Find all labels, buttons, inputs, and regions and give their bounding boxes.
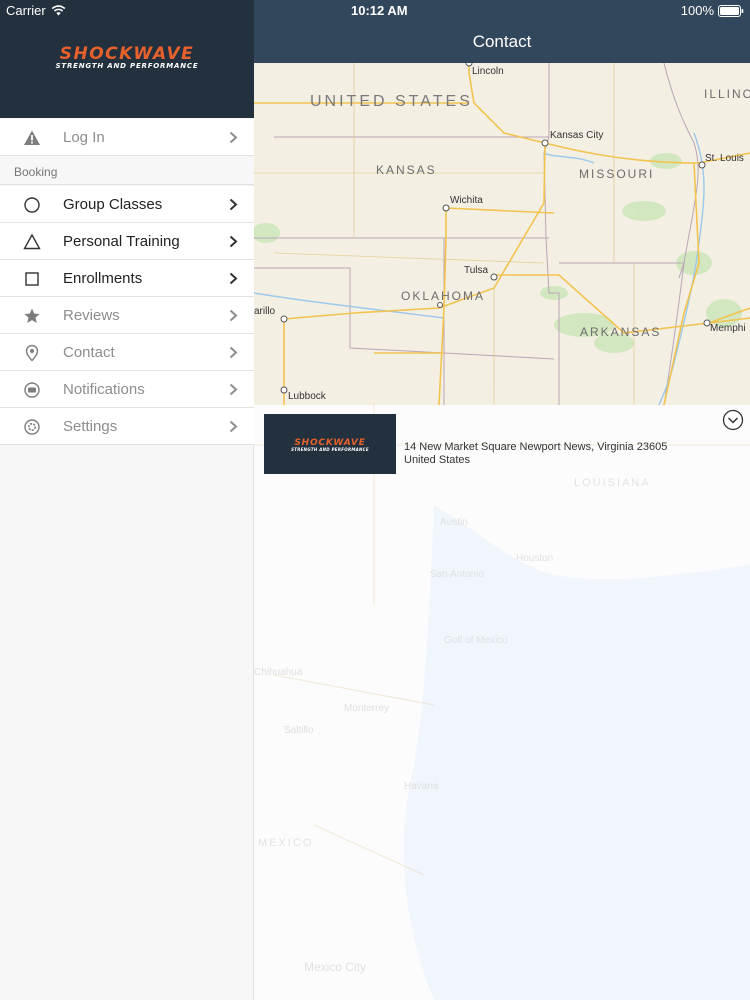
- state-label: ARKANSAS: [580, 325, 662, 339]
- faded-label: Austin: [440, 517, 468, 528]
- location-map[interactable]: Lincoln Kansas City St. Louis Wichita Tu…: [254, 63, 750, 405]
- shockwave-logo: SHOCKWAVE STRENGTH AND PERFORMANCE: [56, 44, 199, 70]
- menu-item-personal-training[interactable]: Personal Training: [0, 223, 254, 260]
- faded-background-map: [254, 405, 750, 1000]
- faded-label: LOUISIANA: [574, 477, 651, 489]
- star-icon: [24, 308, 40, 323]
- battery-icon: [718, 4, 744, 17]
- carrier-label: Carrier: [6, 3, 46, 18]
- map-drawing: [254, 63, 750, 405]
- side-menu: Carrier SHOCKWAVE STRENGTH AND PERFORMAN…: [0, 0, 254, 1000]
- menu-item-notifications[interactable]: Notifications: [0, 371, 254, 408]
- chevron-right-icon: [229, 198, 238, 211]
- chevron-right-icon: [229, 383, 238, 396]
- location-address: 14 New Market Square Newport News, Virgi…: [404, 441, 668, 453]
- faded-label: Mexico City: [304, 960, 367, 974]
- chevron-right-icon: [229, 235, 238, 248]
- city-label: arillo: [254, 306, 276, 317]
- login-label: Log In: [63, 129, 105, 146]
- menu-item-contact[interactable]: Contact: [0, 334, 254, 371]
- status-carrier: Carrier: [6, 3, 66, 18]
- city-label: Kansas City: [550, 130, 604, 141]
- city-label: St. Louis: [705, 153, 744, 164]
- battery-percent: 100%: [680, 3, 714, 18]
- svg-text:STRENGTH AND PERFORMANCE: STRENGTH AND PERFORMANCE: [291, 447, 369, 452]
- triangle-icon: [23, 233, 41, 250]
- menu-item-label: Enrollments: [63, 270, 143, 287]
- location-country: United States: [404, 454, 471, 466]
- menu-item-label: Contact: [63, 344, 115, 361]
- svg-text:SHOCKWAVE: SHOCKWAVE: [60, 44, 195, 64]
- gear-icon: [24, 419, 40, 435]
- menu-item-group-classes[interactable]: Group Classes: [0, 186, 254, 223]
- location-card[interactable]: SHOCKWAVE STRENGTH AND PERFORMANCE 14 Ne…: [264, 414, 740, 476]
- location-info-panel: LOUISIANA Austin Houston San Antonio Gul…: [254, 405, 750, 1000]
- faded-label: San Antonio: [430, 569, 484, 580]
- city-label: Wichita: [450, 195, 483, 206]
- menu-item-label: Notifications: [63, 381, 145, 398]
- wifi-icon: [51, 5, 66, 16]
- chevron-right-icon: [229, 346, 238, 359]
- state-label: ILLINO: [704, 87, 750, 101]
- circle-icon: [24, 197, 40, 213]
- city-label: Lincoln: [472, 66, 504, 77]
- state-label: KANSAS: [376, 163, 437, 177]
- faded-label: Gulf of Mexico: [444, 635, 508, 646]
- menu-item-settings[interactable]: Settings: [0, 408, 254, 445]
- menu-item-label: Group Classes: [63, 196, 163, 213]
- faded-label: Houston: [516, 553, 554, 564]
- state-label: OKLAHOMA: [401, 289, 486, 303]
- shockwave-logo: SHOCKWAVE STRENGTH AND PERFORMANCE: [291, 438, 369, 452]
- faded-label: Chihuahua: [254, 667, 303, 678]
- chat-bubble-icon: [24, 382, 40, 398]
- city-label: Tulsa: [464, 265, 489, 276]
- chevron-right-icon: [229, 272, 238, 285]
- menu-item-label: Reviews: [63, 307, 120, 324]
- chevron-right-icon: [229, 309, 238, 322]
- sidebar-header: Carrier SHOCKWAVE STRENGTH AND PERFORMAN…: [0, 0, 254, 118]
- menu-item-enrollments[interactable]: Enrollments: [0, 260, 254, 297]
- chevron-right-icon: [229, 131, 238, 144]
- location-logo: SHOCKWAVE STRENGTH AND PERFORMANCE: [264, 414, 396, 474]
- state-label: MISSOURI: [579, 167, 655, 181]
- section-header-label: Booking: [14, 165, 58, 179]
- login-row[interactable]: Log In: [0, 119, 254, 156]
- status-battery: 100%: [681, 3, 744, 18]
- country-label: UNITED STATES: [310, 93, 473, 110]
- menu-item-label: Personal Training: [63, 233, 180, 250]
- svg-text:STRENGTH AND PERFORMANCE: STRENGTH AND PERFORMANCE: [56, 62, 199, 70]
- warning-icon: [24, 130, 40, 145]
- chevron-down-circle-icon[interactable]: [722, 409, 744, 431]
- status-time: 10:12 AM: [351, 3, 408, 18]
- page-title: Contact: [472, 32, 532, 51]
- menu-item-label: Settings: [63, 418, 118, 435]
- map-pin-icon: [25, 344, 39, 362]
- faded-label: Saltillo: [284, 725, 314, 736]
- square-icon: [25, 272, 39, 286]
- menu-item-reviews[interactable]: Reviews: [0, 297, 254, 334]
- city-label: Lubbock: [288, 391, 326, 402]
- faded-label: MEXICO: [258, 837, 314, 849]
- chevron-right-icon: [229, 420, 238, 433]
- faded-label: Monterrey: [344, 703, 390, 714]
- city-label: Memphi: [710, 323, 746, 334]
- booking-section-header: Booking: [0, 156, 254, 185]
- navigation-bar: Contact: [254, 0, 750, 63]
- faded-label: Havana: [404, 781, 439, 792]
